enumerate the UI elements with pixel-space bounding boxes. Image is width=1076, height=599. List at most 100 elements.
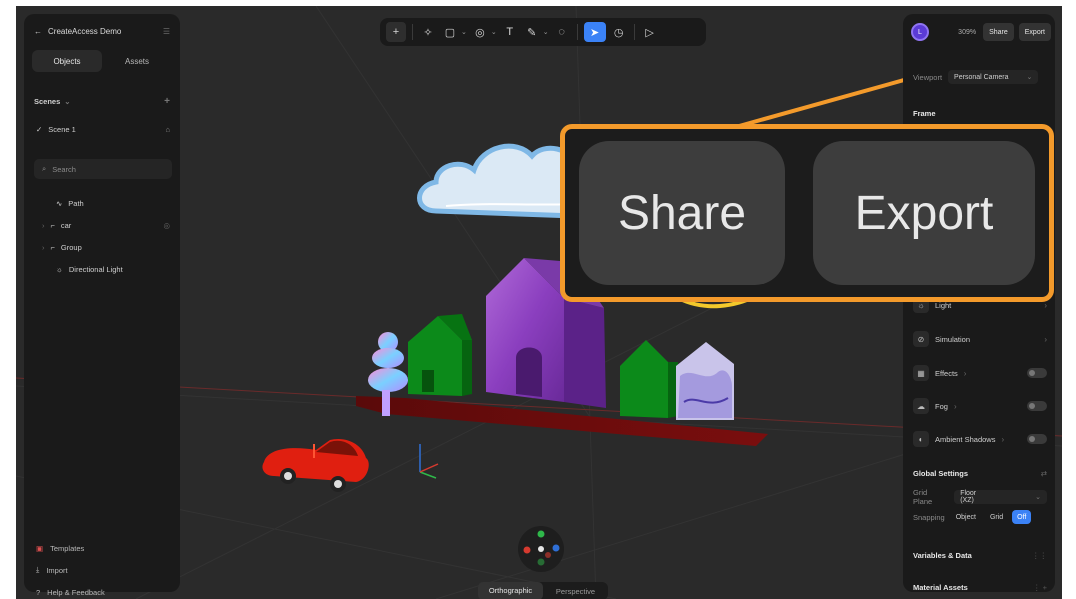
fog-row[interactable]: ☁ Fog › — [913, 398, 1047, 414]
export-button-zoomed[interactable]: Export — [813, 141, 1035, 285]
export-button[interactable]: Export — [1018, 23, 1051, 41]
snap-grid-option[interactable]: Grid — [985, 510, 1008, 524]
pointer-icon[interactable]: ➤ — [583, 22, 606, 42]
chevron-down-icon[interactable]: ⌄ — [543, 28, 549, 36]
scenes-header[interactable]: Scenes ⌄ + — [34, 94, 170, 108]
material-assets-row[interactable]: Material Assets ⋮ + — [913, 580, 1047, 594]
project-title[interactable]: CreateAccess Demo — [48, 27, 157, 36]
group-icon: ⌐ — [50, 242, 55, 252]
right-sidebar: L 309% Share Export Viewport Personal Ca… — [903, 14, 1055, 592]
simulation-label: Simulation — [935, 334, 971, 344]
shape-icon[interactable]: ▢ — [441, 22, 459, 42]
variables-label: Variables & Data — [913, 550, 972, 560]
variables-data-row[interactable]: Variables & Data ⋮⋮ — [913, 548, 1047, 562]
simulation-row[interactable]: ⊘ Simulation › — [913, 331, 1047, 347]
chevron-right-icon: › — [1001, 434, 1005, 444]
app-window: Orthographic Perspective ← CreateAccess … — [16, 6, 1062, 599]
effects-toggle[interactable] — [1027, 368, 1047, 378]
scenes-label: Scenes — [34, 96, 61, 106]
view-mode-switch[interactable]: Orthographic Perspective — [478, 582, 608, 599]
layer-item-car[interactable]: › ⌐ car ◎ — [36, 218, 170, 232]
ambient-shadows-toggle[interactable] — [1027, 434, 1047, 444]
help-icon: ? — [36, 587, 41, 597]
text-icon[interactable]: T — [501, 22, 519, 42]
layer-search-input[interactable]: ⌕ Search — [34, 159, 172, 179]
avatar[interactable]: L — [911, 23, 929, 41]
fog-toggle[interactable] — [1027, 401, 1047, 411]
add-icon[interactable]: + — [386, 22, 406, 42]
global-settings-row[interactable]: Global Settings ⇄ — [913, 466, 1047, 480]
orthographic-option[interactable]: Orthographic — [478, 582, 543, 599]
more-icon[interactable]: ⋮ + — [1033, 583, 1047, 592]
frame-label: Frame — [913, 108, 936, 118]
comment-icon[interactable]: ◌ — [553, 22, 571, 42]
snap-off-option[interactable]: Off — [1012, 510, 1032, 524]
back-arrow-icon[interactable]: ← — [34, 27, 42, 36]
target-icon[interactable]: ◎ — [163, 221, 170, 230]
grid-plane-select[interactable]: Floor (XZ) ⌄ — [954, 490, 1047, 504]
add-scene-icon[interactable]: + — [164, 96, 170, 107]
layer-item-path[interactable]: ∿ Path — [36, 196, 170, 210]
cloud-object[interactable] — [417, 143, 579, 219]
home-icon[interactable]: ⌂ — [165, 125, 170, 134]
share-button[interactable]: Share — [983, 23, 1014, 41]
layer-label: Path — [68, 198, 84, 208]
sphere-icon[interactable]: ◎ — [471, 22, 489, 42]
grid-plane-label: Grid Plane — [913, 488, 933, 506]
chevron-down-icon[interactable]: ⌄ — [461, 28, 467, 36]
chevron-right-icon: › — [1044, 300, 1047, 310]
chevron-right-icon[interactable]: › — [42, 243, 45, 252]
marble-house[interactable] — [676, 342, 734, 420]
viewport-select[interactable]: Personal Camera ⌄ — [948, 70, 1039, 84]
chevron-right-icon[interactable]: › — [42, 221, 45, 230]
orientation-gizmo[interactable] — [518, 526, 564, 572]
material-assets-label: Material Assets — [913, 582, 968, 592]
search-icon: ⌕ — [42, 164, 47, 173]
chevron-down-icon: ⌄ — [64, 96, 71, 106]
snap-object-option[interactable]: Object — [951, 510, 981, 524]
ambient-shadows-row[interactable]: ◐ Ambient Shadows › — [913, 431, 1047, 447]
pen-tool-icon[interactable]: ✧ — [419, 22, 437, 42]
scene-item[interactable]: ✓ Scene 1 ⌂ — [36, 122, 170, 136]
collapse-icon[interactable]: ⇄ — [1041, 469, 1047, 478]
perspective-option[interactable]: Perspective — [543, 587, 608, 596]
layer-item-group[interactable]: › ⌐ Group — [36, 240, 170, 254]
viewport-row: Viewport Personal Camera ⌄ — [913, 70, 1047, 84]
green-house-right[interactable] — [620, 340, 678, 418]
light-icon: ☼ — [56, 264, 63, 274]
play-icon[interactable]: ▷ — [641, 22, 659, 42]
sidebar-toggle-icon[interactable]: ☰ — [163, 27, 170, 36]
import-label: Import — [46, 565, 68, 575]
group-icon: ⌐ — [50, 220, 55, 230]
chevron-down-icon: ⌄ — [1035, 494, 1041, 501]
zoom-callout: Share Export — [560, 124, 1054, 302]
layer-item-directional-light[interactable]: ☼ Directional Light — [36, 262, 170, 276]
world-axis-gizmo — [419, 444, 439, 479]
help-button[interactable]: ? Help & Feedback — [36, 585, 105, 599]
top-toolbar: + ✧ ▢ ⌄ ◎ ⌄ T ✎ ⌄ ◌ ➤ ◷ ▷ — [380, 18, 706, 46]
layer-label: Directional Light — [68, 264, 123, 274]
green-house-left[interactable] — [408, 314, 472, 396]
simulation-icon: ⊘ — [913, 331, 929, 347]
frame-row[interactable]: Frame — [913, 106, 1047, 120]
zoom-level[interactable]: 309% — [934, 29, 978, 36]
chevron-right-icon: › — [1044, 334, 1047, 344]
chevron-down-icon: ⌄ — [1026, 74, 1033, 81]
grid-icon[interactable]: ⋮⋮ — [1032, 551, 1047, 560]
toolbar-divider — [576, 24, 578, 40]
timer-icon[interactable]: ◷ — [610, 22, 628, 42]
import-button[interactable]: ⤓ Import — [36, 563, 68, 577]
effects-row[interactable]: ▦ Effects › — [913, 365, 1047, 381]
templates-button[interactable]: ▣ Templates — [36, 541, 84, 555]
templates-icon: ▣ — [36, 543, 44, 553]
grid-plane-row: Grid Plane Floor (XZ) ⌄ — [913, 488, 1047, 506]
red-car[interactable] — [262, 438, 369, 492]
left-sidebar: ← CreateAccess Demo ☰ Objects Assets Sce… — [24, 14, 180, 597]
tab-objects[interactable]: Objects — [32, 50, 102, 72]
paint-icon[interactable]: ✎ — [523, 22, 541, 42]
path-icon: ∿ — [56, 198, 63, 208]
fog-icon: ☁ — [913, 398, 929, 414]
tab-assets[interactable]: Assets — [102, 50, 172, 72]
chevron-down-icon[interactable]: ⌄ — [491, 28, 497, 36]
share-button-zoomed[interactable]: Share — [579, 141, 785, 285]
